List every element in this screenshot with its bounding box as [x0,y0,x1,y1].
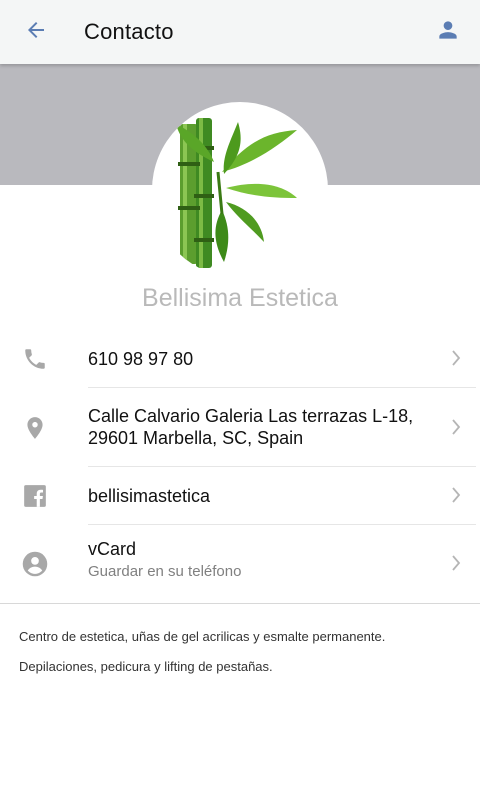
phone-row[interactable]: 610 98 97 80 [0,330,480,388]
back-button[interactable] [18,14,54,50]
address-line-2: 29601 Marbella, SC, Spain [88,428,304,448]
person-icon [435,17,461,48]
business-avatar [152,102,328,278]
description-line-1: Centro de estetica, uñas de gel acrilica… [19,629,386,644]
phone-number: 610 98 97 80 [88,349,194,369]
contact-list: 610 98 97 80 Calle Calvario Galeria Las … [0,330,480,603]
business-name: Bellisima Estetica [142,284,338,312]
address-row[interactable]: Calle Calvario Galeria Las terrazas L-18… [0,388,480,467]
location-pin-icon [20,413,50,443]
facebook-row[interactable]: bellisimastetica [0,467,480,525]
account-circle-icon [20,549,50,579]
address-line-1: Calle Calvario Galeria Las terrazas L-18… [88,406,414,426]
page-title: Contacto [84,19,174,44]
vcard-row[interactable]: vCard Guardar en su teléfono [0,525,480,603]
arrow-left-icon [24,18,48,47]
chevron-right-icon [448,553,464,573]
section-divider [0,603,480,604]
app-bar: Contacto [0,0,480,64]
chevron-right-icon [448,348,464,368]
bamboo-logo [176,118,297,268]
description-line-2: Depilaciones, pedicura y lifting de pest… [19,659,273,674]
phone-icon [20,344,50,374]
facebook-handle: bellisimastetica [88,486,211,506]
chevron-right-icon [448,417,464,437]
vcard-title: vCard [88,539,137,559]
facebook-icon [20,481,50,511]
chevron-right-icon [448,485,464,505]
vcard-subtitle: Guardar en su teléfono [88,563,242,580]
profile-button[interactable] [430,14,466,50]
